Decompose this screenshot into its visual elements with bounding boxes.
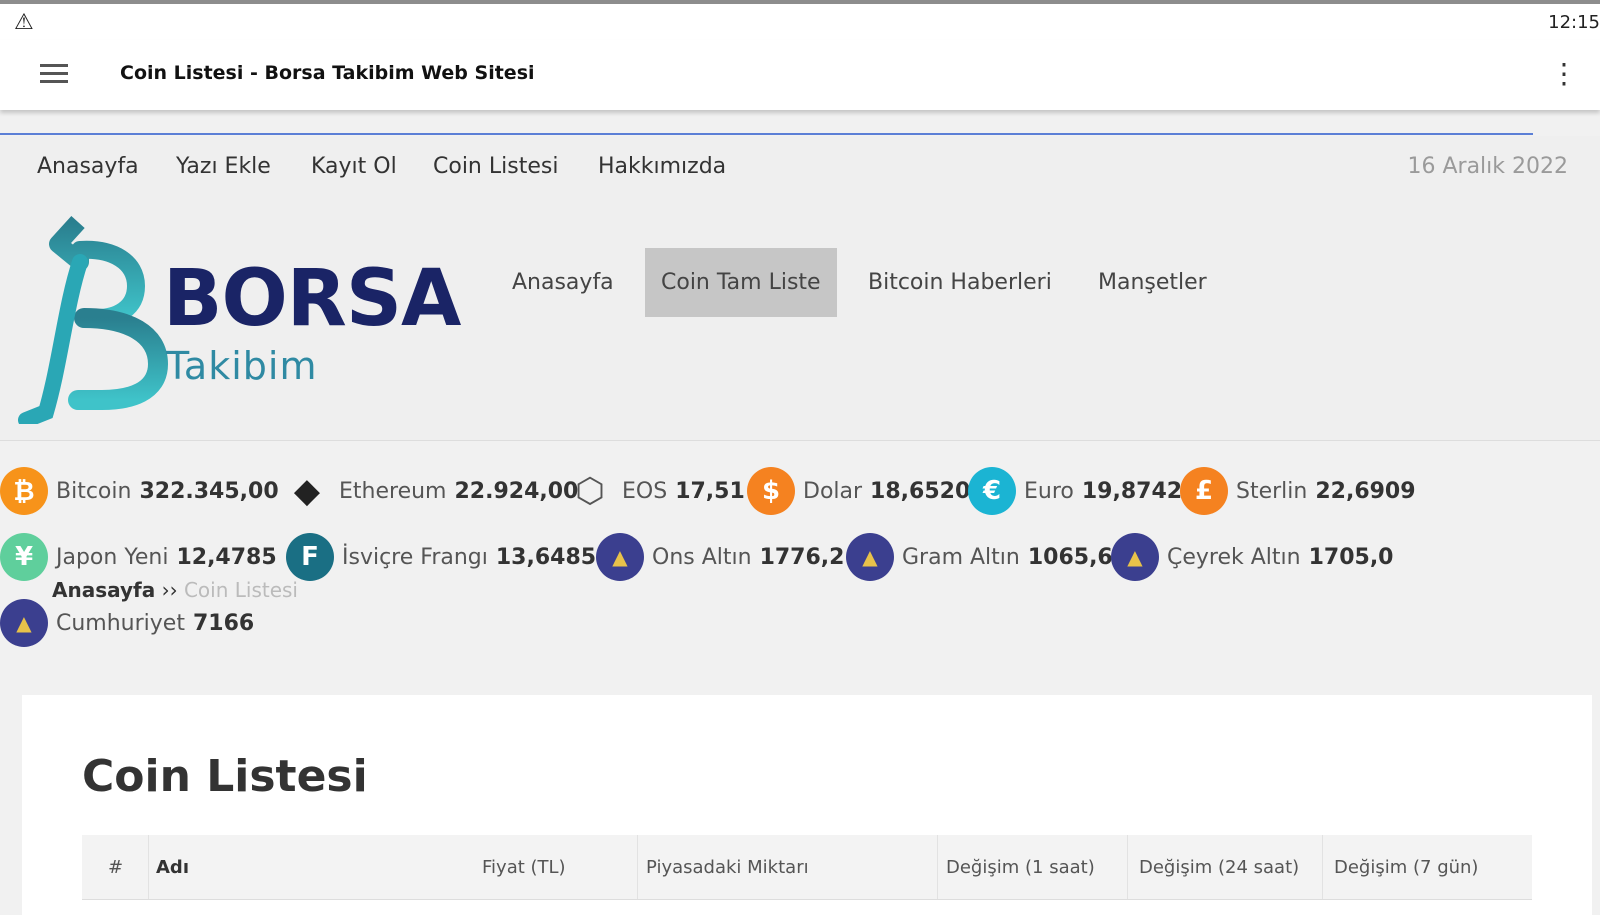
- status-bar: ⚠ 12:15: [0, 0, 1600, 40]
- main-nav-mansetler[interactable]: Manşetler: [1082, 248, 1223, 317]
- franc-icon: F: [286, 533, 334, 581]
- column-divider: [637, 835, 638, 899]
- logo-mark-icon: [18, 215, 169, 428]
- ticker-name: Çeyrek Altın: [1167, 544, 1301, 570]
- ticker-item[interactable]: F İsviçre Frangı 13,6485: [286, 532, 596, 582]
- ticker-item[interactable]: ▲ Ons Altın 1776,2: [596, 532, 844, 582]
- top-nav-anasayfa[interactable]: Anasayfa: [37, 154, 139, 179]
- ticker-name: Ons Altın: [652, 544, 752, 570]
- ticker-value: 7166: [192, 610, 255, 636]
- ticker-name: Sterlin: [1236, 478, 1308, 504]
- menu-icon[interactable]: [40, 64, 68, 84]
- col-market-cap: Piyasadaki Miktarı: [646, 857, 809, 878]
- ticker-value: 22.924,00: [454, 478, 579, 504]
- page-title: Coin Listesi - Borsa Takibim Web Sitesi: [120, 62, 535, 84]
- col-change-7d: Değişim (7 gün): [1334, 857, 1479, 878]
- col-index: #: [108, 857, 124, 878]
- ticker-name: EOS: [622, 478, 668, 504]
- ticker-name: Cumhuriyet: [56, 610, 185, 636]
- column-divider: [1322, 835, 1323, 899]
- ticker-name: İsviçre Frangı: [342, 544, 488, 570]
- ticker-name: Japon Yeni: [56, 544, 169, 570]
- page-load-progress: [0, 133, 1533, 135]
- ticker-value: 1705,0: [1308, 544, 1394, 570]
- ticker-name: Ethereum: [339, 478, 447, 504]
- ticker-item[interactable]: ₿ Bitcoin 322.345,00: [0, 466, 279, 516]
- top-nav-coin-listesi[interactable]: Coin Listesi: [433, 154, 558, 179]
- main-nav-anasayfa[interactable]: Anasayfa: [496, 248, 630, 317]
- ticker-name: Bitcoin: [56, 478, 132, 504]
- gold-icon: ▲: [0, 599, 48, 647]
- ticker-value: 19,8742: [1081, 478, 1183, 504]
- ticker-item[interactable]: ▲ Gram Altın 1065,6: [846, 532, 1113, 582]
- gold-icon: ▲: [1111, 533, 1159, 581]
- current-date: 16 Aralık 2022: [1407, 154, 1568, 179]
- ticker-name: Dolar: [803, 478, 863, 504]
- clock: 12:15: [1548, 12, 1600, 33]
- breadcrumb-current: Coin Listesi: [183, 578, 298, 602]
- column-divider: [148, 835, 149, 899]
- logo-word: BORSA: [163, 254, 461, 344]
- col-change-24h: Değişim (24 saat): [1139, 857, 1300, 878]
- yen-icon: ¥: [0, 533, 48, 581]
- bitcoin-icon: ₿: [0, 467, 48, 515]
- breadcrumb-separator: ››: [161, 578, 178, 602]
- ticker-item[interactable]: ¥ Japon Yeni 12,4785: [0, 532, 277, 582]
- top-nav: Anasayfa Yazı Ekle Kayıt Ol Coin Listesi…: [0, 136, 1600, 198]
- main-nav-coin-tam-liste[interactable]: Coin Tam Liste: [645, 248, 837, 317]
- top-nav-hakkimizda[interactable]: Hakkımızda: [598, 154, 726, 179]
- top-nav-yazi-ekle[interactable]: Yazı Ekle: [176, 154, 271, 179]
- logo-subtitle: Takibim: [166, 344, 318, 388]
- ticker-item[interactable]: ⬡ EOS 17,51: [566, 466, 745, 516]
- more-options-icon[interactable]: ⋮: [1550, 60, 1578, 88]
- content-card: Coin Listesi # Adı Fiyat (TL) Piyasadaki…: [22, 695, 1592, 915]
- col-price: Fiyat (TL): [482, 857, 566, 878]
- col-change-1h: Değişim (1 saat): [946, 857, 1095, 878]
- site-header: BORSA Takibim Anasayfa Coin Tam Liste Bi…: [0, 198, 1600, 441]
- eos-icon: ⬡: [575, 471, 605, 511]
- ticker-value: 322.345,00: [139, 478, 279, 504]
- ticker-name: Euro: [1024, 478, 1074, 504]
- content-heading: Coin Listesi: [82, 751, 368, 802]
- ticker-item[interactable]: € Euro 19,8742: [968, 466, 1182, 516]
- app-bar: Coin Listesi - Borsa Takibim Web Sitesi …: [0, 40, 1600, 110]
- breadcrumb: Anasayfa ›› Coin Listesi: [52, 578, 298, 602]
- ticker-value: 17,51: [675, 478, 745, 504]
- column-divider: [1127, 835, 1128, 899]
- ticker-value: 1776,2: [759, 544, 845, 570]
- ticker-item[interactable]: £ Sterlin 22,6909: [1180, 466, 1416, 516]
- main-nav-bitcoin-haberleri[interactable]: Bitcoin Haberleri: [852, 248, 1068, 317]
- breadcrumb-home[interactable]: Anasayfa: [52, 578, 155, 602]
- table-header: # Adı Fiyat (TL) Piyasadaki Miktarı Deği…: [82, 835, 1532, 900]
- pound-icon: £: [1180, 467, 1228, 515]
- ticker-item[interactable]: ▲ Çeyrek Altın 1705,0: [1111, 532, 1394, 582]
- warning-icon: ⚠: [14, 10, 34, 35]
- column-divider: [937, 835, 938, 899]
- ticker-item[interactable]: $ Dolar 18,6520: [747, 466, 970, 516]
- ticker-value: 22,6909: [1315, 478, 1416, 504]
- ticker-value: 18,6520: [870, 478, 971, 504]
- col-name: Adı: [156, 857, 189, 878]
- top-nav-kayit-ol[interactable]: Kayıt Ol: [311, 154, 397, 179]
- ticker-item[interactable]: ▲ Cumhuriyet 7166: [0, 598, 254, 648]
- ticker-item[interactable]: ◆ Ethereum 22.924,00: [283, 466, 578, 516]
- ticker-value: 13,6485: [495, 544, 597, 570]
- ticker-name: Gram Altın: [902, 544, 1020, 570]
- site-logo[interactable]: BORSA Takibim: [18, 214, 461, 428]
- ticker-value: 1065,6: [1027, 544, 1113, 570]
- dollar-icon: $: [747, 467, 795, 515]
- ticker-value: 12,4785: [176, 544, 277, 570]
- euro-icon: €: [968, 467, 1016, 515]
- ethereum-icon: ◆: [293, 471, 321, 511]
- gold-icon: ▲: [596, 533, 644, 581]
- gold-icon: ▲: [846, 533, 894, 581]
